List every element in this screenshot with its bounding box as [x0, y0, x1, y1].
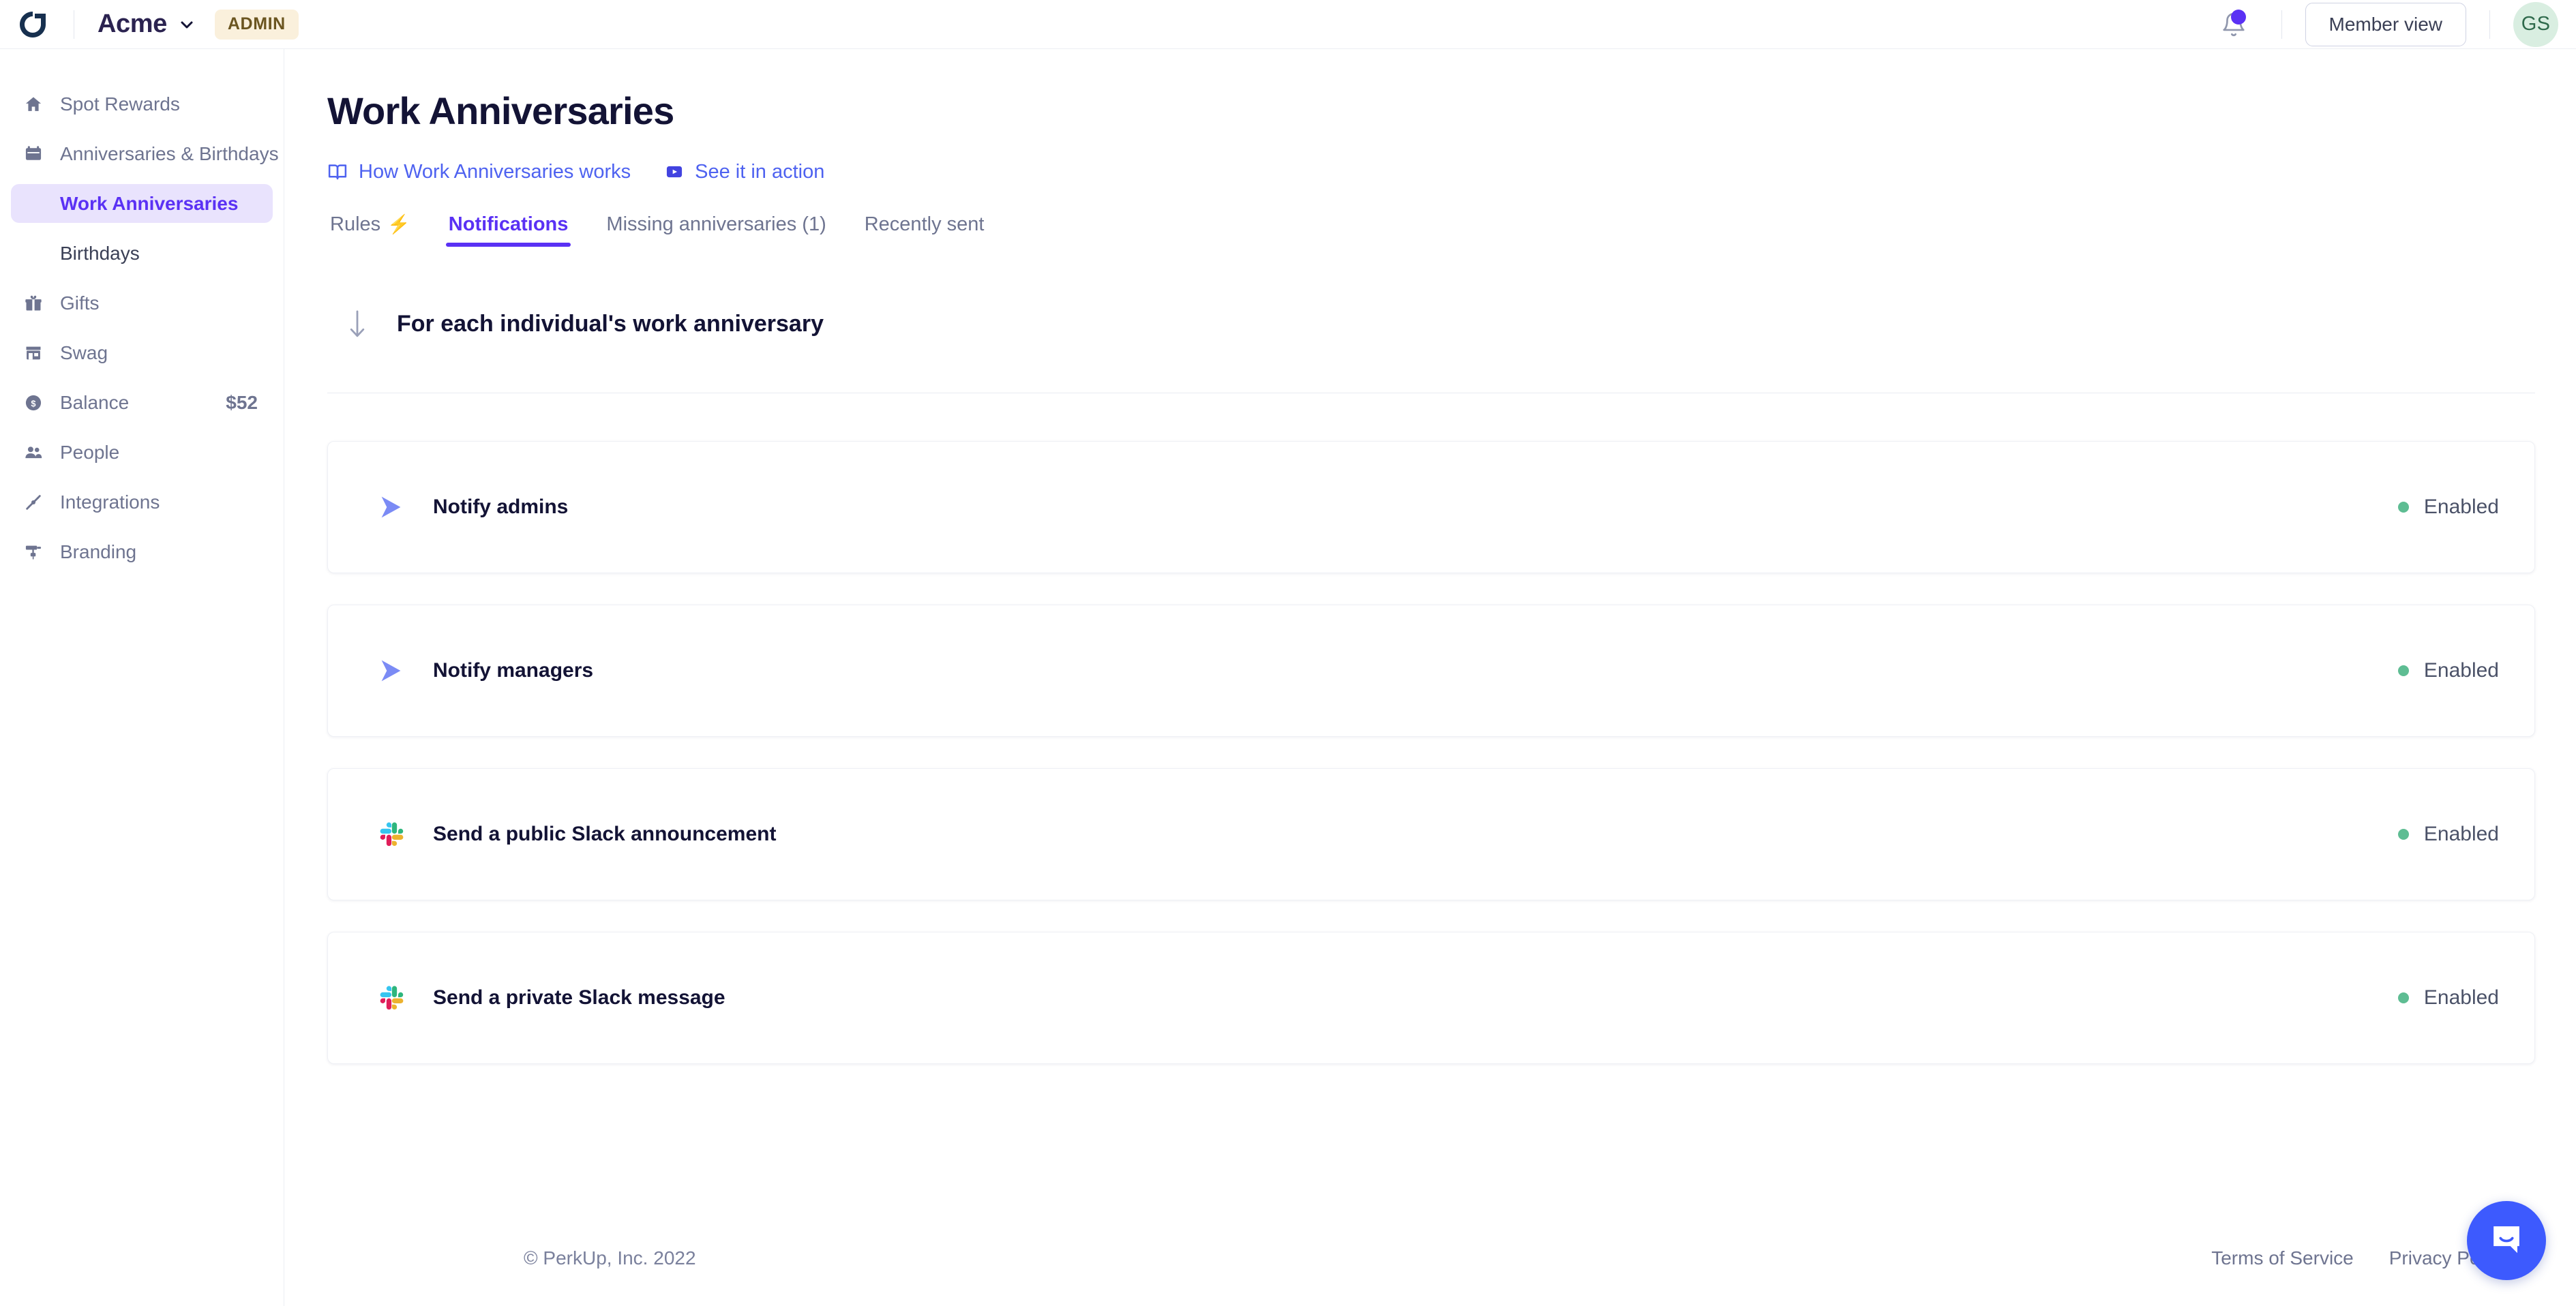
notification-card-public-slack-announcement[interactable]: Send a public Slack announcement Enabled: [327, 768, 2535, 900]
notification-card-notify-admins[interactable]: Notify admins Enabled: [327, 440, 2535, 573]
footer-links: Terms of Service Privacy Policy: [2176, 1247, 2508, 1269]
notification-card-list: Notify admins Enabled Notify managers En…: [327, 440, 2535, 1064]
section-header: For each individual's work anniversary: [327, 309, 2535, 339]
status-label: Enabled: [2423, 822, 2499, 845]
sidebar-subitem-label: Birthdays: [60, 242, 140, 264]
footer-copyright: © PerkUp, Inc. 2022: [524, 1247, 696, 1269]
tab-label: Notifications: [448, 213, 569, 235]
admin-badge: ADMIN: [214, 9, 299, 40]
top-bar-divider-2: [2281, 10, 2282, 39]
notification-card-private-slack-message[interactable]: Send a private Slack message Enabled: [327, 931, 2535, 1064]
org-name[interactable]: Acme: [98, 10, 167, 39]
slack-icon: [372, 982, 411, 1014]
tab-recently-sent[interactable]: Recently sent: [862, 213, 987, 247]
home-icon: [22, 95, 45, 114]
bell-icon[interactable]: [2215, 5, 2253, 44]
tab-label: Recently sent: [864, 213, 985, 235]
slack-icon: [372, 819, 411, 850]
help-link-label: How Work Anniversaries works: [359, 160, 631, 183]
app-root: Acme ADMIN Member view GS Spot Rewards A…: [0, 0, 2576, 1306]
sidebar-item-anniversaries-birthdays[interactable]: Anniversaries & Birthdays: [11, 134, 279, 173]
plug-icon: [22, 493, 45, 512]
sidebar-item-integrations[interactable]: Integrations: [11, 483, 273, 521]
terms-of-service-link[interactable]: Terms of Service: [2211, 1247, 2354, 1269]
store-icon: [22, 344, 45, 363]
sidebar-item-label: Swag: [60, 341, 108, 363]
sidebar-item-work-anniversaries[interactable]: Work Anniversaries: [11, 184, 273, 223]
people-icon: [22, 443, 45, 462]
sidebar: Spot Rewards Anniversaries & Birthdays W…: [0, 49, 284, 1306]
calendar-icon: [22, 145, 45, 164]
status-dot-icon: [2397, 501, 2409, 513]
intercom-chat-button[interactable]: [2467, 1201, 2546, 1280]
sidebar-item-label: People: [60, 441, 120, 463]
section-title: For each individual's work anniversary: [397, 311, 824, 337]
sidebar-subitem-label: Work Anniversaries: [60, 192, 239, 214]
book-icon: [327, 162, 348, 182]
top-bar-right: Member view GS: [2215, 0, 2576, 48]
status-label: Enabled: [2423, 495, 2499, 518]
sidebar-item-branding[interactable]: Branding: [11, 532, 273, 571]
tab-label: Rules: [330, 213, 381, 235]
svg-text:$: $: [31, 398, 35, 408]
tab-label: Missing anniversaries (1): [606, 213, 826, 235]
tab-notifications[interactable]: Notifications: [445, 213, 571, 247]
notification-card-label: Send a private Slack message: [433, 986, 725, 1009]
status-badge: Enabled: [2397, 822, 2499, 846]
how-it-works-link[interactable]: How Work Anniversaries works: [327, 161, 631, 183]
dollar-coin-icon: $: [22, 393, 45, 412]
intercom-chat-icon: [2487, 1219, 2526, 1262]
sidebar-item-label: Integrations: [60, 491, 160, 513]
top-bar: Acme ADMIN Member view GS: [0, 0, 2576, 49]
status-dot-icon: [2397, 665, 2409, 676]
sidebar-item-people[interactable]: People: [11, 433, 273, 472]
send-arrow-icon: [372, 491, 411, 523]
status-badge: Enabled: [2397, 495, 2499, 519]
arrow-down-icon: [341, 309, 374, 339]
member-view-button[interactable]: Member view: [2305, 2, 2466, 46]
sidebar-item-gifts[interactable]: Gifts: [11, 284, 273, 322]
perkup-logo-icon[interactable]: [15, 7, 50, 42]
notification-card-label: Send a public Slack announcement: [433, 822, 777, 845]
notification-card-label: Notify managers: [433, 658, 594, 682]
sidebar-item-label: Balance: [60, 391, 130, 413]
tab-bar: Rules ⚡ Notifications Missing anniversar…: [327, 213, 2535, 247]
sidebar-item-label: Spot Rewards: [60, 93, 180, 115]
notification-card-notify-managers[interactable]: Notify managers Enabled: [327, 604, 2535, 737]
chevron-down-icon[interactable]: [178, 16, 196, 33]
tab-missing-anniversaries[interactable]: Missing anniversaries (1): [603, 213, 828, 247]
top-bar-left: Acme ADMIN: [0, 0, 299, 48]
lightning-bolt-icon: ⚡: [387, 214, 410, 235]
sidebar-item-spot-rewards[interactable]: Spot Rewards: [11, 85, 273, 123]
sidebar-item-label: Gifts: [60, 292, 100, 314]
status-dot-icon: [2397, 992, 2409, 1003]
status-label: Enabled: [2423, 986, 2499, 1009]
gift-icon: [22, 294, 45, 313]
content-container: Work Anniversaries How Work Anniversarie…: [285, 49, 2576, 1064]
status-badge: Enabled: [2397, 658, 2499, 682]
sidebar-item-label: Anniversaries & Birthdays: [60, 142, 279, 164]
notification-card-label: Notify admins: [433, 495, 569, 518]
sidebar-item-label: Branding: [60, 541, 137, 562]
tab-rules[interactable]: Rules ⚡: [327, 213, 413, 247]
avatar[interactable]: GS: [2513, 1, 2558, 47]
help-link-label: See it in action: [695, 160, 825, 183]
sidebar-item-swag[interactable]: Swag: [11, 333, 273, 372]
status-dot-icon: [2397, 828, 2409, 840]
paint-roller-icon: [22, 543, 45, 562]
video-play-icon: [665, 162, 684, 181]
sidebar-item-birthdays[interactable]: Birthdays: [11, 234, 273, 273]
status-badge: Enabled: [2397, 986, 2499, 1009]
send-arrow-icon: [372, 655, 411, 686]
balance-value: $52: [226, 391, 258, 413]
top-bar-divider-3: [2489, 10, 2490, 39]
see-it-in-action-link[interactable]: See it in action: [665, 161, 824, 183]
status-label: Enabled: [2423, 658, 2499, 682]
notification-badge-dot: [2230, 9, 2246, 25]
help-links: How Work Anniversaries works See it in a…: [327, 161, 2535, 183]
page-title: Work Anniversaries: [327, 89, 674, 132]
footer: © PerkUp, Inc. 2022 Terms of Service Pri…: [285, 1247, 2576, 1269]
main-content: Work Anniversaries How Work Anniversarie…: [285, 49, 2576, 1306]
sidebar-item-balance[interactable]: $ Balance $52: [11, 383, 273, 422]
